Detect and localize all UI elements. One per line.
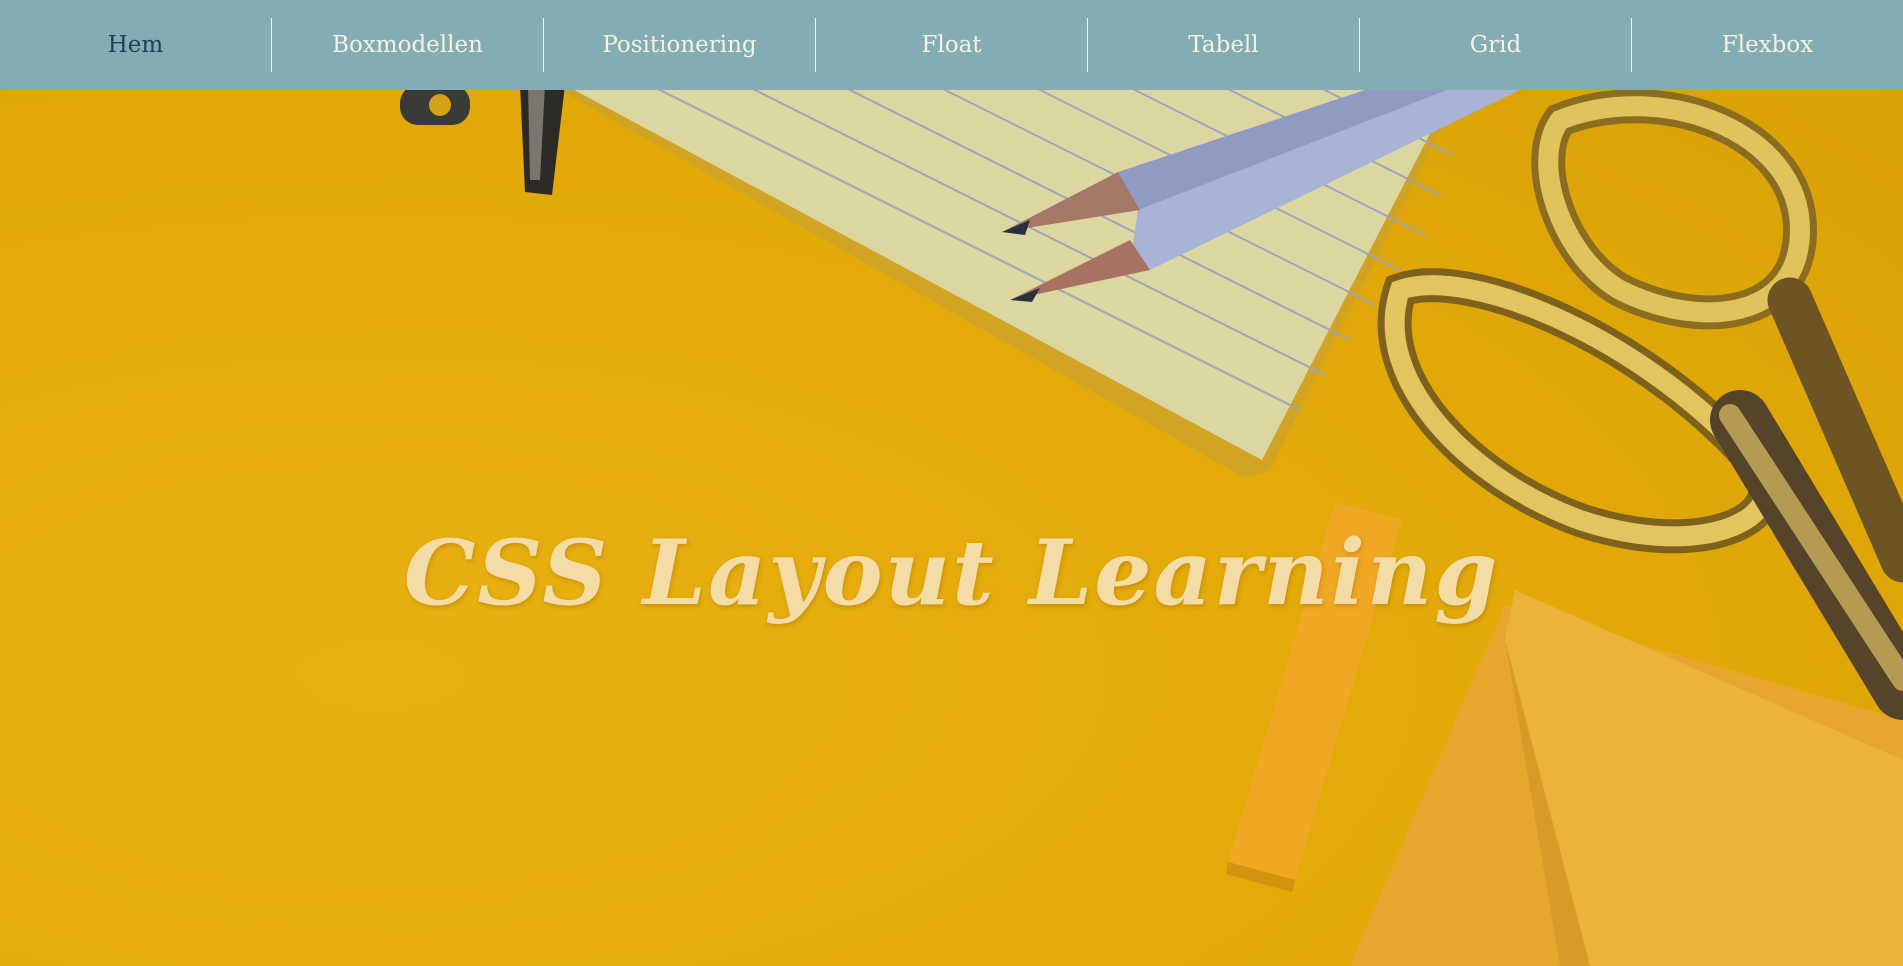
hero-title: CSS Layout Learning bbox=[403, 520, 1500, 626]
nav-item-grid[interactable]: Grid bbox=[1359, 18, 1631, 72]
nav-item-hem[interactable]: Hem bbox=[0, 18, 271, 72]
hero-section: CSS Layout Learning bbox=[0, 0, 1903, 966]
envelope-image bbox=[1350, 590, 1903, 966]
hero-background-image bbox=[400, 84, 1903, 966]
binder-clip-image bbox=[400, 85, 565, 195]
main-navigation: Hem Boxmodellen Positionering Float Tabe… bbox=[0, 0, 1903, 90]
nav-item-positionering[interactable]: Positionering bbox=[543, 18, 815, 72]
nav-item-tabell[interactable]: Tabell bbox=[1087, 18, 1359, 72]
nav-item-boxmodellen[interactable]: Boxmodellen bbox=[271, 18, 543, 72]
nav-item-float[interactable]: Float bbox=[815, 18, 1087, 72]
nav-item-flexbox[interactable]: Flexbox bbox=[1631, 18, 1903, 72]
